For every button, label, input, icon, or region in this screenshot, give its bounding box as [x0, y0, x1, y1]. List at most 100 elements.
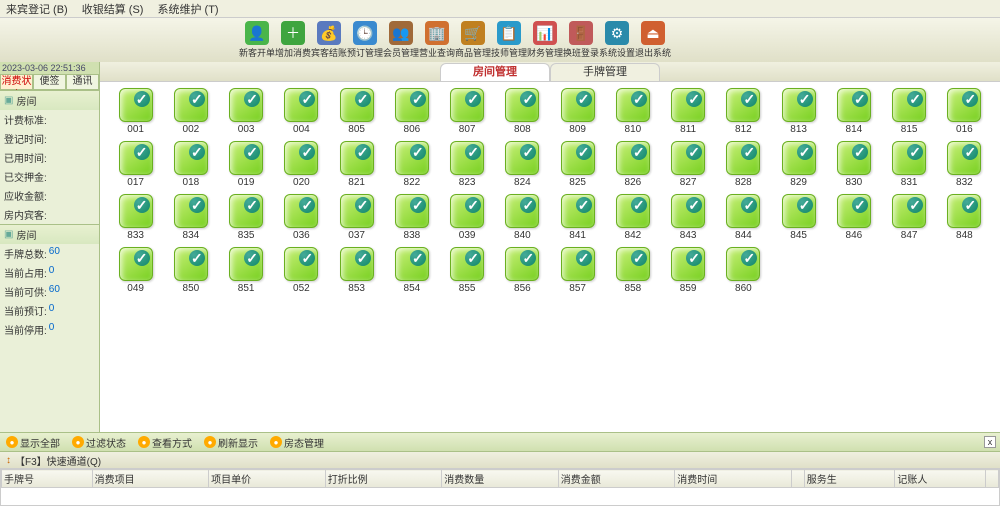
- room-item[interactable]: 855: [442, 247, 493, 294]
- table-header-cell[interactable]: 消费时间: [675, 470, 792, 488]
- room-item[interactable]: 823: [442, 141, 493, 188]
- room-item[interactable]: 002: [165, 88, 216, 135]
- room-item[interactable]: 003: [221, 88, 272, 135]
- toolbar-button[interactable]: 👥会员管理: [384, 21, 418, 59]
- room-item[interactable]: 020: [276, 141, 327, 188]
- room-item[interactable]: 858: [607, 247, 658, 294]
- table-header-cell[interactable]: 项目单价: [209, 470, 326, 488]
- room-item[interactable]: 856: [497, 247, 548, 294]
- room-item[interactable]: 848: [939, 194, 990, 241]
- toolbar-button[interactable]: ＋增加消费: [276, 21, 310, 59]
- room-item[interactable]: 812: [718, 88, 769, 135]
- footer-button[interactable]: ●房态管理: [270, 435, 324, 450]
- table-header-cell[interactable]: 消费金额: [558, 470, 675, 488]
- main-tab[interactable]: 房间管理: [440, 63, 550, 81]
- room-item[interactable]: 829: [773, 141, 824, 188]
- room-item[interactable]: 815: [884, 88, 935, 135]
- close-icon[interactable]: x: [984, 436, 996, 448]
- room-item[interactable]: 840: [497, 194, 548, 241]
- toolbar-button[interactable]: ⏏退出系统: [636, 21, 670, 59]
- room-item[interactable]: 830: [828, 141, 879, 188]
- room-icon: [340, 247, 374, 281]
- toolbar-button[interactable]: 📋技师管理: [492, 21, 526, 59]
- room-item[interactable]: 001: [110, 88, 161, 135]
- room-item[interactable]: 834: [165, 194, 216, 241]
- toolbar-button[interactable]: 🚪换班登录: [564, 21, 598, 59]
- table-header-cell[interactable]: [791, 470, 804, 488]
- room-item[interactable]: 806: [386, 88, 437, 135]
- room-item[interactable]: 809: [552, 88, 603, 135]
- table-header-cell[interactable]: 打折比例: [325, 470, 442, 488]
- room-item[interactable]: 845: [773, 194, 824, 241]
- toolbar-button[interactable]: 💰宾客结账: [312, 21, 346, 59]
- room-item[interactable]: 832: [939, 141, 990, 188]
- footer-button[interactable]: ●过滤状态: [72, 435, 126, 450]
- room-item[interactable]: 833: [110, 194, 161, 241]
- room-item[interactable]: 018: [165, 141, 216, 188]
- side-tab[interactable]: 便签: [33, 74, 66, 90]
- consumption-table: 手牌号消费项目项目单价打折比例消费数量消费金额消费时间服务生记账人: [0, 468, 1000, 506]
- room-item[interactable]: 825: [552, 141, 603, 188]
- room-item[interactable]: 831: [884, 141, 935, 188]
- toolbar-button[interactable]: 👤新客开单: [240, 21, 274, 59]
- room-item[interactable]: 827: [663, 141, 714, 188]
- quick-channel-header[interactable]: 【F3】快速通道(Q): [0, 452, 1000, 468]
- room-item[interactable]: 821: [331, 141, 382, 188]
- toolbar-button[interactable]: 🏢营业查询: [420, 21, 454, 59]
- room-item[interactable]: 844: [718, 194, 769, 241]
- room-item[interactable]: 808: [497, 88, 548, 135]
- room-item[interactable]: 805: [331, 88, 382, 135]
- room-item[interactable]: 036: [276, 194, 327, 241]
- menu-item[interactable]: 系统维护 (T): [157, 1, 218, 17]
- room-item[interactable]: 854: [386, 247, 437, 294]
- room-item[interactable]: 016: [939, 88, 990, 135]
- room-item[interactable]: 835: [221, 194, 272, 241]
- room-item[interactable]: 846: [828, 194, 879, 241]
- table-header-cell[interactable]: 记账人: [895, 470, 986, 488]
- room-item[interactable]: 004: [276, 88, 327, 135]
- room-item[interactable]: 807: [442, 88, 493, 135]
- room-item[interactable]: 814: [828, 88, 879, 135]
- room-item[interactable]: 017: [110, 141, 161, 188]
- room-item[interactable]: 811: [663, 88, 714, 135]
- footer-button[interactable]: ●显示全部: [6, 435, 60, 450]
- table-header-cell[interactable]: 消费项目: [92, 470, 209, 488]
- room-item[interactable]: 859: [663, 247, 714, 294]
- table-header-cell[interactable]: 服务生: [804, 470, 895, 488]
- room-item[interactable]: 843: [663, 194, 714, 241]
- room-item[interactable]: 824: [497, 141, 548, 188]
- room-item[interactable]: 853: [331, 247, 382, 294]
- footer-button[interactable]: ●刷新显示: [204, 435, 258, 450]
- table-header-cell[interactable]: [986, 470, 999, 488]
- toolbar-button[interactable]: ⚙系统设置: [600, 21, 634, 59]
- toolbar-button[interactable]: 🛒商品管理: [456, 21, 490, 59]
- room-item[interactable]: 810: [607, 88, 658, 135]
- table-header-cell[interactable]: 手牌号: [2, 470, 93, 488]
- room-item[interactable]: 037: [331, 194, 382, 241]
- room-item[interactable]: 039: [442, 194, 493, 241]
- room-item[interactable]: 838: [386, 194, 437, 241]
- room-item[interactable]: 851: [221, 247, 272, 294]
- toolbar-button[interactable]: 📊财务管理: [528, 21, 562, 59]
- side-tab[interactable]: 通讯: [66, 74, 99, 90]
- room-item[interactable]: 857: [552, 247, 603, 294]
- room-item[interactable]: 860: [718, 247, 769, 294]
- footer-button[interactable]: ●查看方式: [138, 435, 192, 450]
- room-item[interactable]: 049: [110, 247, 161, 294]
- main-tab[interactable]: 手牌管理: [550, 63, 660, 81]
- room-item[interactable]: 813: [773, 88, 824, 135]
- room-item[interactable]: 842: [607, 194, 658, 241]
- room-item[interactable]: 826: [607, 141, 658, 188]
- room-item[interactable]: 828: [718, 141, 769, 188]
- room-item[interactable]: 841: [552, 194, 603, 241]
- room-item[interactable]: 019: [221, 141, 272, 188]
- menu-item[interactable]: 收银结算 (S): [82, 1, 144, 17]
- room-item[interactable]: 822: [386, 141, 437, 188]
- side-tab[interactable]: 消费状态: [0, 74, 33, 90]
- room-item[interactable]: 052: [276, 247, 327, 294]
- menu-item[interactable]: 来宾登记 (B): [6, 1, 68, 17]
- room-item[interactable]: 850: [165, 247, 216, 294]
- table-header-cell[interactable]: 消费数量: [442, 470, 559, 488]
- room-item[interactable]: 847: [884, 194, 935, 241]
- toolbar-button[interactable]: 🕒预订管理: [348, 21, 382, 59]
